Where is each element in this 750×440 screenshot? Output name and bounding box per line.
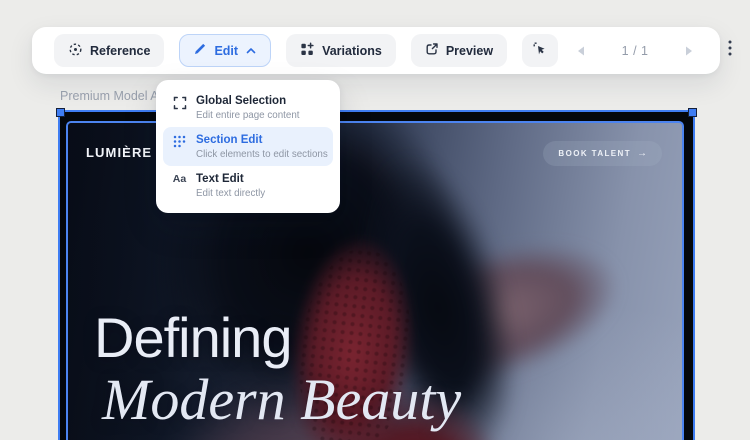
chevron-up-icon	[245, 44, 257, 58]
text-aa-icon: Aa	[172, 174, 187, 185]
variations-label: Variations	[322, 44, 382, 58]
menu-item-title: Section Edit	[196, 133, 328, 148]
reference-button[interactable]: Reference	[54, 34, 164, 67]
hero-headline: Defining Modern Beauty	[94, 308, 461, 432]
selection-handle-top-left[interactable]	[57, 109, 64, 116]
reference-target-icon	[68, 42, 83, 60]
edit-button[interactable]: Edit	[179, 34, 271, 67]
menu-item-subtitle: Edit entire page content	[196, 110, 300, 121]
menu-item-section-edit[interactable]: Section Edit Click elements to edit sect…	[163, 127, 333, 166]
reference-label: Reference	[90, 44, 150, 58]
select-tool-button[interactable]	[522, 34, 558, 67]
menu-item-global-selection[interactable]: Global Selection Edit entire page conten…	[163, 88, 333, 127]
app-stage: Reference Edit Variations Preview	[0, 0, 750, 440]
selection-frame-icon	[172, 96, 187, 110]
book-talent-label: BOOK TALENT	[558, 149, 631, 158]
book-talent-button[interactable]: BOOK TALENT →	[543, 141, 662, 166]
external-link-icon	[425, 42, 439, 59]
cursor-select-icon	[532, 41, 548, 60]
brand-name: LUMIÈRE	[86, 145, 152, 160]
page-preview-frame[interactable]: LUMIÈRE Mgmt. BOOK TALENT → Defining Mod…	[58, 110, 695, 440]
headline-line1: Defining	[94, 308, 461, 368]
preview-button[interactable]: Preview	[411, 34, 507, 67]
kebab-icon	[728, 40, 732, 61]
edit-label: Edit	[214, 44, 238, 58]
menu-item-subtitle: Click elements to edit sections	[196, 149, 328, 160]
page-indicator: 1 / 1	[619, 44, 651, 58]
menu-item-title: Global Selection	[196, 94, 300, 109]
page-pager: 1 / 1	[573, 43, 697, 59]
edit-mode-menu: Global Selection Edit entire page conten…	[156, 80, 340, 213]
menu-item-text-edit[interactable]: Aa Text Edit Edit text directly	[163, 166, 333, 205]
variations-button[interactable]: Variations	[286, 34, 396, 67]
editor-toolbar: Reference Edit Variations Preview	[32, 27, 720, 74]
pencil-icon	[193, 42, 207, 59]
preview-label: Preview	[446, 44, 493, 58]
selection-handle-top-right[interactable]	[689, 109, 696, 116]
menu-item-subtitle: Edit text directly	[196, 188, 265, 199]
variations-tiles-icon	[300, 42, 315, 60]
grid-dots-icon	[172, 135, 187, 148]
next-page-button[interactable]	[681, 43, 697, 59]
headline-line2: Modern Beauty	[94, 368, 461, 432]
arrow-right-icon: →	[637, 148, 647, 159]
prev-page-button[interactable]	[573, 43, 589, 59]
menu-item-title: Text Edit	[196, 172, 265, 187]
more-options-button[interactable]	[728, 41, 732, 61]
